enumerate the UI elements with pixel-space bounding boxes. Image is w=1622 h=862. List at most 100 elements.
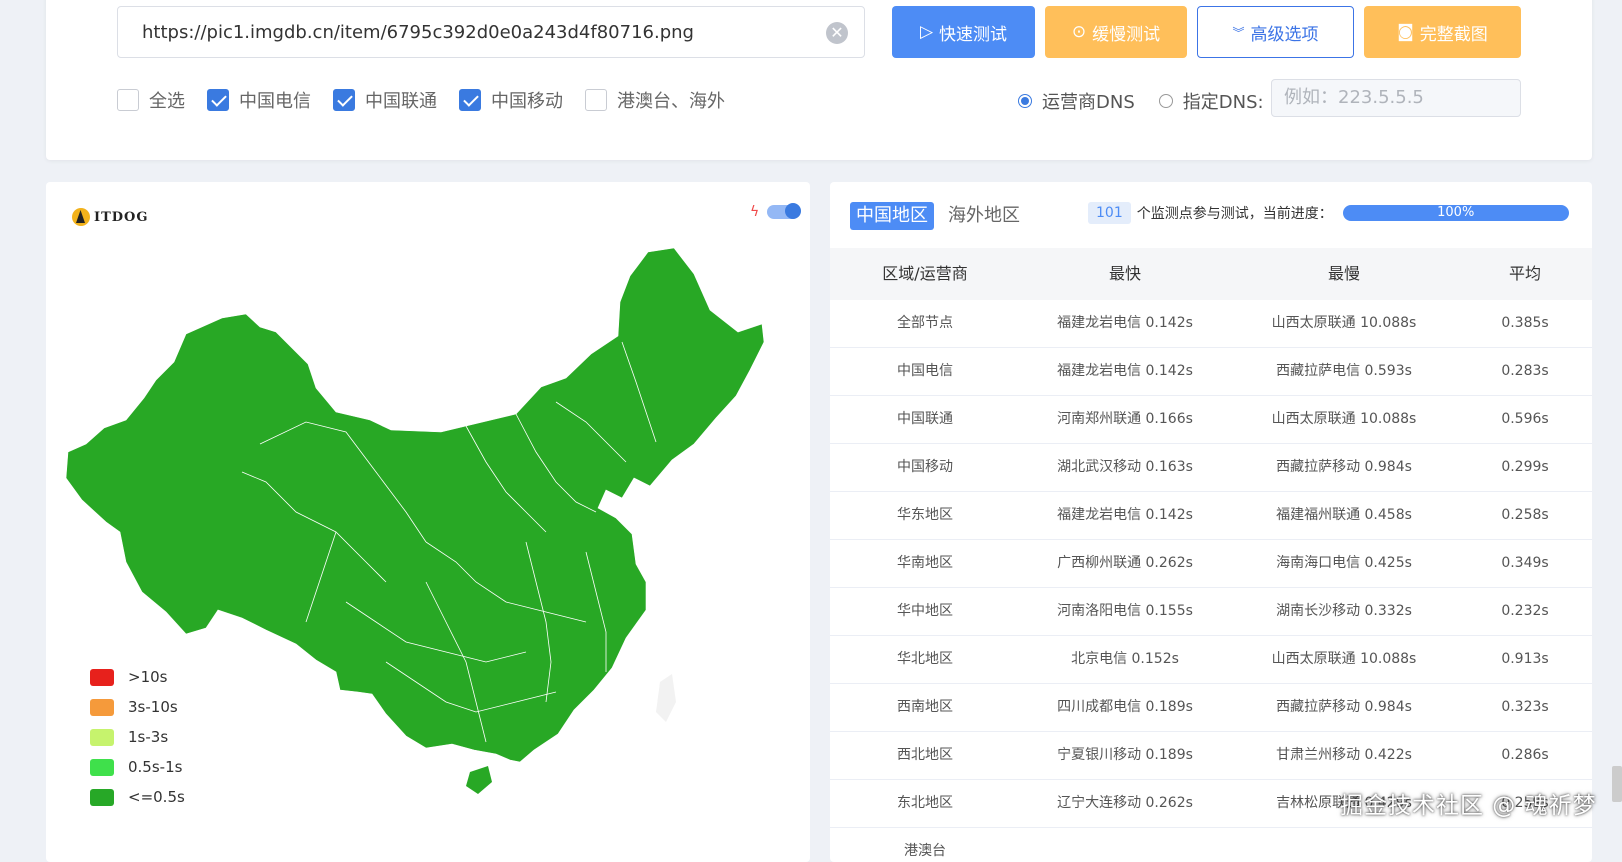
- radio-custom-dns[interactable]: [1158, 94, 1173, 108]
- slow-test-label: 缓慢测试: [1092, 24, 1161, 45]
- radio-isp-dns[interactable]: [1018, 94, 1032, 108]
- table-row[interactable]: 西北地区 宁夏银川移动 0.189s 甘肃兰州移动 0.422s 0.286s: [830, 732, 1592, 780]
- legend-item: 3s-10s: [90, 692, 185, 722]
- table-row[interactable]: 华北地区 北京电信 0.152s 山西太原联通 10.088s 0.913s: [830, 636, 1592, 684]
- page-scrollbar[interactable]: [1612, 766, 1622, 802]
- cell-average: 0.349s: [1501, 555, 1549, 571]
- header-fastest[interactable]: 最快: [1020, 248, 1230, 300]
- slow-test-button[interactable]: ⊙ 缓慢测试: [1045, 6, 1187, 58]
- isp-checkbox-group: 全选 中国电信 中国联通 中国移动 港澳台、海外: [117, 87, 747, 113]
- checkbox-label: 中国联通: [365, 91, 437, 112]
- cell-slowest: 湖南长沙移动 0.332s: [1276, 603, 1412, 619]
- region-tabs: 中国地区 海外地区: [850, 202, 1026, 230]
- cell-region: 港澳台: [904, 843, 946, 859]
- cell-fastest: 河南郑州联通 0.166s: [1057, 411, 1193, 427]
- legend-label: <=0.5s: [128, 788, 185, 806]
- cell-slowest: 西藏拉萨移动 0.984s: [1276, 459, 1412, 475]
- table-row[interactable]: 西南地区 四川成都电信 0.189s 西藏拉萨移动 0.984s 0.323s: [830, 684, 1592, 732]
- table-row[interactable]: 华中地区 河南洛阳电信 0.155s 湖南长沙移动 0.332s 0.232s: [830, 588, 1592, 636]
- cell-average: 0.323s: [1501, 699, 1549, 715]
- hainan-island[interactable]: [466, 766, 492, 794]
- cell-slowest: 甘肃兰州移动 0.422s: [1276, 747, 1412, 763]
- table-row[interactable]: 华南地区 广西柳州联通 0.262s 海南海口电信 0.425s 0.349s: [830, 540, 1592, 588]
- cell-average: 0.232s: [1501, 603, 1549, 619]
- cell-fastest: 福建龙岩电信 0.142s: [1057, 315, 1193, 331]
- cell-average: 0.286s: [1501, 747, 1549, 763]
- url-input-wrapper[interactable]: ✕: [117, 6, 865, 58]
- checkbox-box[interactable]: [459, 89, 481, 111]
- play-icon: ▷: [919, 22, 934, 42]
- checkbox-overseas[interactable]: 港澳台、海外: [585, 87, 725, 113]
- table-row[interactable]: 全部节点 福建龙岩电信 0.142s 山西太原联通 10.088s 0.385s: [830, 300, 1592, 348]
- cell-fastest: 四川成都电信 0.189s: [1057, 699, 1193, 715]
- cell-region: 全部节点: [897, 315, 953, 331]
- custom-dns-input[interactable]: 例如：223.5.5.5: [1271, 79, 1521, 117]
- header-region[interactable]: 区域/运营商: [830, 248, 1020, 300]
- monitor-count-badge: 101: [1088, 202, 1131, 224]
- advanced-options-button[interactable]: ︾ 高级选项: [1197, 6, 1354, 58]
- legend-label: 0.5s-1s: [128, 758, 183, 776]
- checkbox-select-all[interactable]: 全选: [117, 87, 185, 113]
- taiwan-island[interactable]: [656, 674, 676, 722]
- header-average[interactable]: 平均: [1458, 248, 1592, 300]
- cell-region: 中国电信: [897, 363, 953, 379]
- checkbox-box[interactable]: [585, 89, 607, 111]
- cell-slowest: [1230, 828, 1458, 862]
- checkbox-box[interactable]: [207, 89, 229, 111]
- cell-region: 东北地区: [897, 795, 953, 811]
- checkbox-box[interactable]: [117, 89, 139, 111]
- legend-item: 0.5s-1s: [90, 752, 185, 782]
- legend-item: <=0.5s: [90, 782, 185, 812]
- radio-custom-dns-label: 指定DNS:: [1182, 92, 1264, 113]
- cell-slowest: 山西太原联通 10.088s: [1271, 315, 1417, 331]
- cell-region: 华中地区: [897, 603, 953, 619]
- clear-icon[interactable]: ✕: [826, 22, 848, 44]
- cell-average: 0.913s: [1501, 651, 1549, 667]
- table-row[interactable]: 华东地区 福建龙岩电信 0.142s 福建福州联通 0.458s 0.258s: [830, 492, 1592, 540]
- cell-slowest: 西藏拉萨电信 0.593s: [1276, 363, 1412, 379]
- cell-average: 0.596s: [1501, 411, 1549, 427]
- quick-test-button[interactable]: ▷ 快速测试: [892, 6, 1035, 58]
- legend-item: >10s: [90, 662, 185, 692]
- screenshot-button[interactable]: ◙ 完整截图: [1364, 6, 1521, 58]
- cell-slowest: 西藏拉萨移动 0.984s: [1276, 699, 1412, 715]
- radio-isp-dns-label: 运营商DNS: [1042, 92, 1135, 113]
- advanced-options-label: 高级选项: [1250, 24, 1319, 45]
- url-input[interactable]: [118, 20, 824, 44]
- checkbox-label: 全选: [149, 91, 185, 112]
- table-row[interactable]: 中国移动 湖北武汉移动 0.163s 西藏拉萨移动 0.984s 0.299s: [830, 444, 1592, 492]
- checkbox-mobile[interactable]: 中国移动: [459, 87, 563, 113]
- checkbox-label: 港澳台、海外: [617, 91, 725, 112]
- cell-region: 西北地区: [897, 747, 953, 763]
- legend-item: 1s-3s: [90, 722, 185, 752]
- quick-test-label: 快速测试: [939, 24, 1008, 45]
- cell-slowest: 山西太原联通 10.088s: [1271, 411, 1417, 427]
- tab-overseas[interactable]: 海外地区: [942, 202, 1026, 230]
- checkbox-box[interactable]: [333, 89, 355, 111]
- table-header: 区域/运营商 最快 最慢 平均: [830, 248, 1592, 300]
- cell-average: 0.299s: [1501, 459, 1549, 475]
- checkbox-telecom[interactable]: 中国电信: [207, 87, 311, 113]
- dns-options: 运营商DNS 指定DNS:: [1018, 88, 1264, 114]
- screenshot-label: 完整截图: [1419, 24, 1488, 45]
- cell-fastest: 辽宁大连移动 0.262s: [1057, 795, 1193, 811]
- cell-region: 西南地区: [897, 699, 953, 715]
- header-slowest[interactable]: 最慢: [1230, 248, 1458, 300]
- cell-average: 0.258s: [1501, 507, 1549, 523]
- chevron-double-down-icon: ︾: [1232, 25, 1245, 40]
- checkbox-unicom[interactable]: 中国联通: [333, 87, 437, 113]
- play-circle-icon: ⊙: [1071, 22, 1087, 42]
- table-row[interactable]: 港澳台: [830, 828, 1592, 862]
- legend-swatch: [90, 728, 114, 746]
- progress-bar: 100%: [1342, 205, 1569, 221]
- latency-legend: >10s 3s-10s 1s-3s 0.5s-1s <=0.5s: [90, 662, 185, 812]
- watermark: 掘金技术社区 @ 魂祈梦: [1340, 793, 1597, 819]
- map-panel: ITDOG ϟ >10s 3s-10s 1s-3s 0.5s-1s <=0.5s: [46, 182, 810, 862]
- tab-china[interactable]: 中国地区: [850, 202, 934, 230]
- table-row[interactable]: 中国联通 河南郑州联通 0.166s 山西太原联通 10.088s 0.596s: [830, 396, 1592, 444]
- cell-average: [1458, 828, 1592, 862]
- results-panel: 中国地区 海外地区 101 个监测点参与测试，当前进度： 100% 区域/运营商…: [830, 182, 1592, 862]
- cell-fastest: [1020, 828, 1230, 862]
- cell-region: 华南地区: [897, 555, 953, 571]
- table-row[interactable]: 中国电信 福建龙岩电信 0.142s 西藏拉萨电信 0.593s 0.283s: [830, 348, 1592, 396]
